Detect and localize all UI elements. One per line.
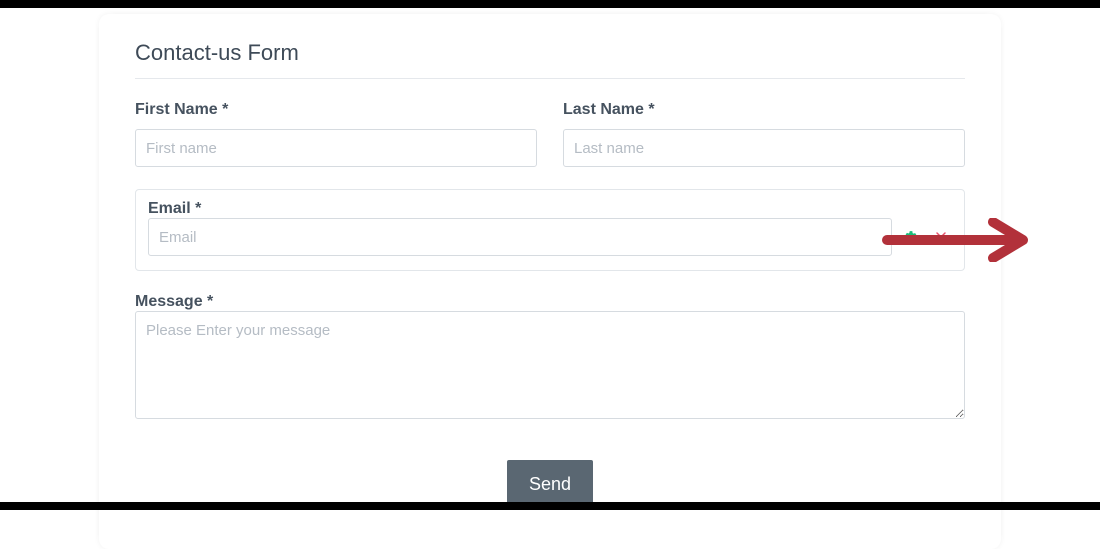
close-icon	[935, 231, 947, 243]
message-textarea[interactable]	[135, 311, 965, 419]
email-row	[148, 218, 952, 256]
settings-icon[interactable]	[900, 226, 922, 248]
email-input[interactable]	[148, 218, 892, 256]
window-top-bar	[0, 0, 1100, 8]
name-row: First Name * Last Name *	[135, 101, 965, 167]
page-wrapper: Contact-us Form First Name * Last Name *…	[0, 8, 1100, 549]
message-group: Message *	[135, 293, 965, 424]
gear-icon	[904, 230, 918, 244]
window-bottom-bar	[0, 502, 1100, 510]
first-name-group: First Name *	[135, 101, 537, 167]
first-name-input[interactable]	[135, 129, 537, 167]
message-label: Message *	[135, 293, 213, 310]
last-name-group: Last Name *	[563, 101, 965, 167]
last-name-input[interactable]	[563, 129, 965, 167]
email-group[interactable]: Email *	[135, 189, 965, 271]
contact-form-panel: Contact-us Form First Name * Last Name *…	[99, 14, 1001, 549]
remove-field-button[interactable]	[930, 226, 952, 248]
last-name-label: Last Name *	[563, 101, 965, 119]
email-label: Email *	[148, 200, 201, 217]
first-name-label: First Name *	[135, 101, 537, 119]
form-title: Contact-us Form	[135, 40, 965, 79]
